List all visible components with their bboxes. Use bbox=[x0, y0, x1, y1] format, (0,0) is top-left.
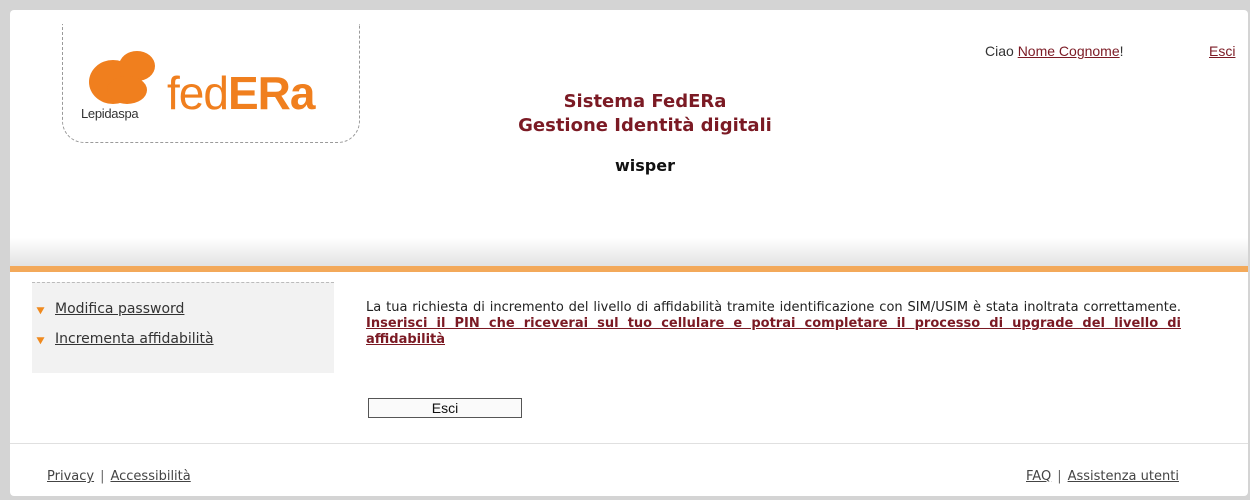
footer-left-links: Privacy | Accessibilità bbox=[47, 469, 191, 484]
sidebar: Modifica password Incrementa affidabilit… bbox=[32, 282, 334, 373]
faq-link[interactable]: FAQ bbox=[1026, 469, 1051, 484]
pin-instruction-link[interactable]: Inserisci il PIN che riceverai sul tuo c… bbox=[366, 316, 1181, 347]
accent-divider bbox=[10, 266, 1248, 272]
privacy-link[interactable]: Privacy bbox=[47, 469, 94, 484]
footer-divider bbox=[10, 443, 1248, 444]
title-line-2: Gestione Identità digitali bbox=[518, 115, 772, 136]
username: wisper bbox=[615, 156, 675, 175]
footer-right-links: FAQ | Assistenza utenti bbox=[1026, 469, 1179, 484]
logo: Lepidaspa fedERa bbox=[62, 24, 360, 143]
message-text: La tua richiesta di incremento del livel… bbox=[366, 300, 1181, 315]
exit-button[interactable]: Esci bbox=[368, 398, 522, 418]
sidebar-item-modifica-password[interactable]: Modifica password bbox=[36, 301, 185, 317]
sidebar-item-label: Modifica password bbox=[55, 301, 185, 317]
user-greeting: Ciao Nome Cognome! bbox=[985, 43, 1124, 59]
user-name-link[interactable]: Nome Cognome bbox=[1018, 43, 1120, 59]
accessibility-link[interactable]: Accessibilità bbox=[110, 469, 190, 484]
logo-lepida-text: Lepidaspa bbox=[81, 106, 139, 121]
logo-blob-icon bbox=[89, 51, 155, 104]
page-title: Sistema FedERa Gestione Identità digital… bbox=[460, 90, 830, 138]
confirmation-message: La tua richiesta di incremento del livel… bbox=[366, 300, 1181, 348]
header-band bbox=[10, 238, 1248, 266]
support-link[interactable]: Assistenza utenti bbox=[1068, 469, 1179, 484]
arrow-bullet-icon bbox=[36, 303, 47, 315]
logout-link[interactable]: Esci bbox=[1209, 43, 1235, 59]
logo-federa-text: fedERa bbox=[167, 67, 315, 119]
title-line-1: Sistema FedERa bbox=[563, 91, 727, 112]
arrow-bullet-icon bbox=[36, 333, 47, 345]
sidebar-item-incrementa-affidabilita[interactable]: Incrementa affidabilità bbox=[36, 331, 214, 347]
sidebar-item-label: Incrementa affidabilità bbox=[55, 331, 214, 347]
page: Lepidaspa fedERa Sistema FedERa Gestione… bbox=[10, 10, 1248, 496]
